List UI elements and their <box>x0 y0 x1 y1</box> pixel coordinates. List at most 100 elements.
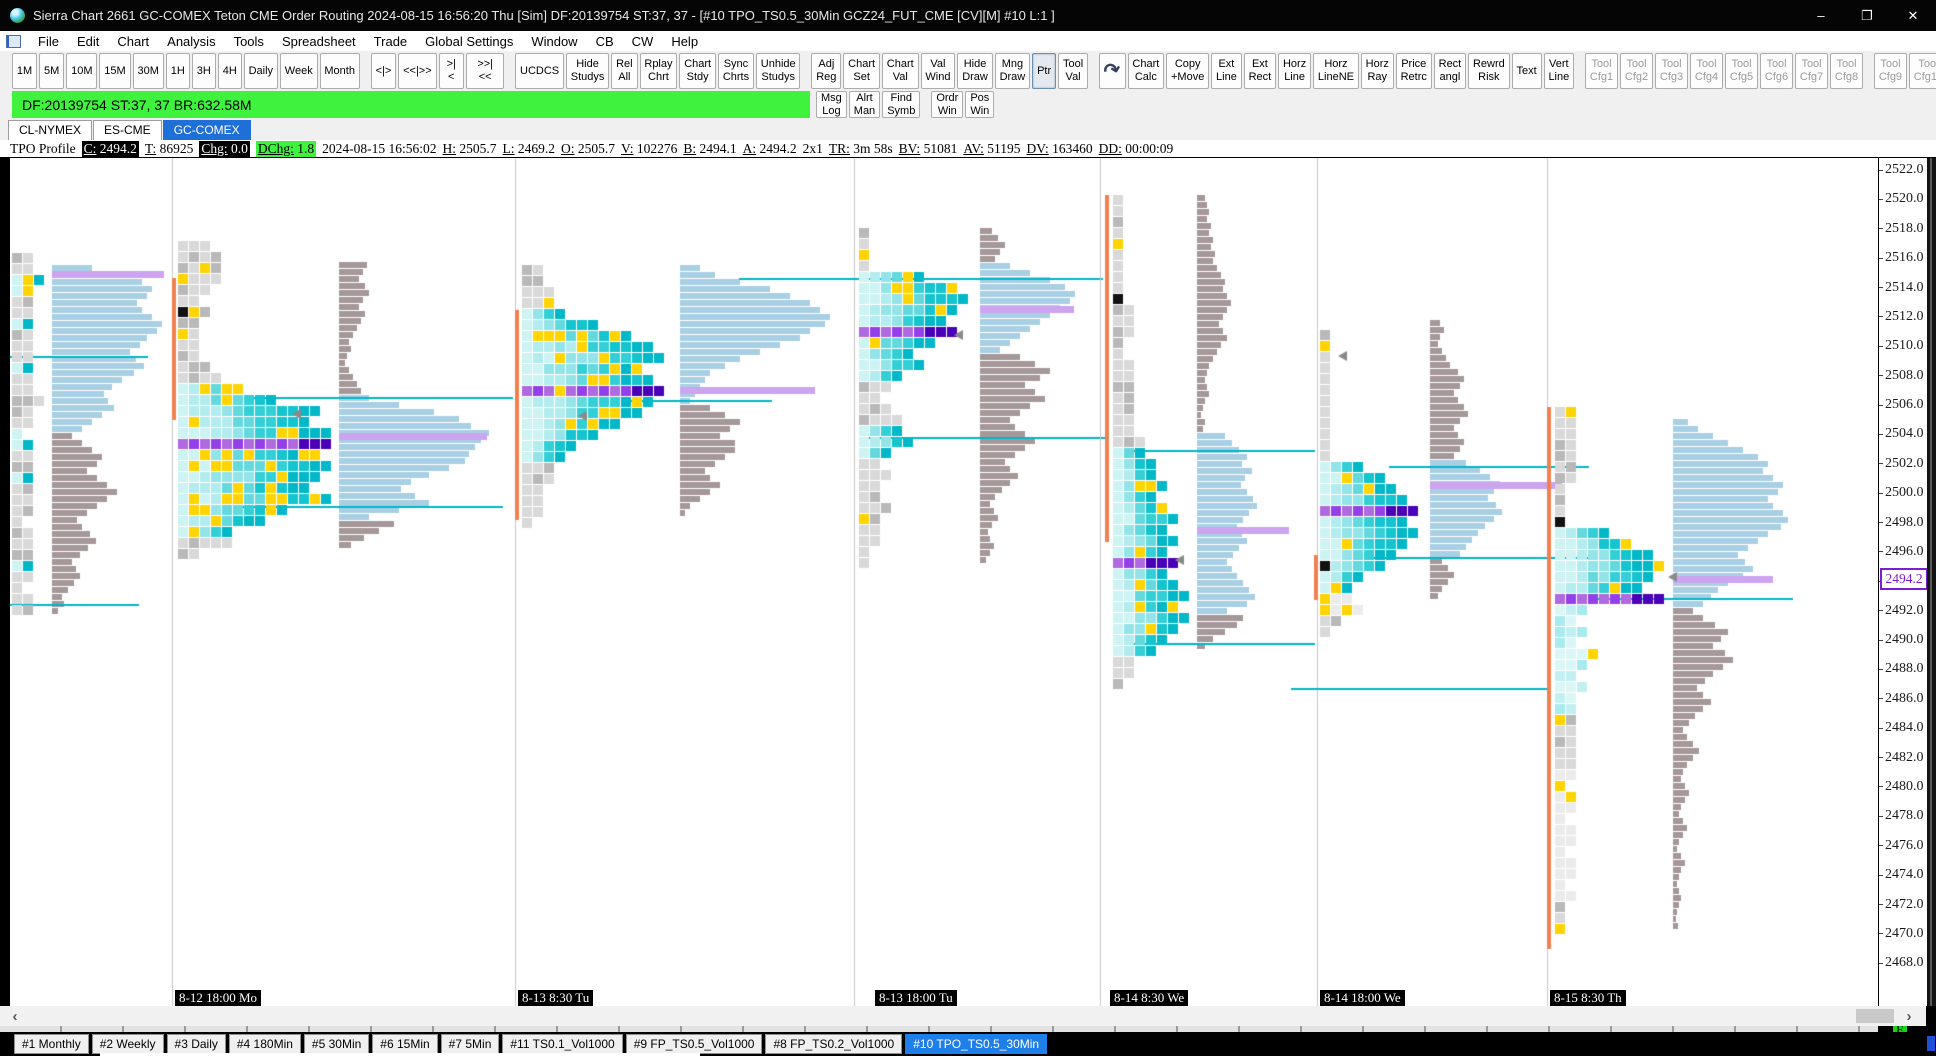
toolbar-button-text[interactable]: Text <box>1511 53 1542 89</box>
toolbar-button-unhide-studys[interactable]: Unhide Studys <box>755 53 801 89</box>
toolbar-button-rplay-chrt[interactable]: Rplay Chrt <box>639 53 678 89</box>
toolbar-button-month[interactable]: Month <box>319 53 360 89</box>
toolbar-button-[interactable]: <<|>> <box>398 53 437 89</box>
toolbar-button-ext-line[interactable]: Ext Line <box>1211 53 1242 89</box>
chart-window-icon[interactable] <box>6 34 21 48</box>
toolbar-button-1h[interactable]: 1H <box>165 53 190 89</box>
menu-analysis[interactable]: Analysis <box>158 33 224 50</box>
toolbar-button-ptr[interactable]: Ptr <box>1032 53 1057 89</box>
toolbar-button-chart-val[interactable]: Chart Val <box>881 53 919 89</box>
toolbar-button-tool-cfg3[interactable]: Tool Cfg3 <box>1655 53 1689 89</box>
info-segment: 2024-08-15 16:56:02 <box>322 140 437 156</box>
toolbar-button-15m[interactable]: 15M <box>99 53 131 89</box>
toolbar-button-week[interactable]: Week <box>279 53 318 89</box>
toolbar-button-ext-rect[interactable]: Ext Rect <box>1243 53 1277 89</box>
toolbar-button-30m[interactable]: 30M <box>132 53 164 89</box>
toolbar-button-tool-cfg7[interactable]: Tool Cfg7 <box>1795 53 1829 89</box>
scroll-right-icon[interactable]: › <box>1900 1007 1918 1025</box>
toolbar-button-alrt-man[interactable]: Alrt Man <box>848 91 881 118</box>
vertical-scrollbar[interactable] <box>1927 158 1936 1006</box>
toolbar-button-tool-cfg9[interactable]: Tool Cfg9 <box>1873 53 1907 89</box>
chart-tab-6-15min[interactable]: #6 15Min <box>372 1034 438 1054</box>
price-tick-label: 2474.0 <box>1879 867 1924 883</box>
toolbar-button-tool-cfg1[interactable]: Tool Cfg1 <box>1585 53 1619 89</box>
toolbar-button-horz-ray[interactable]: Horz Ray <box>1360 53 1394 89</box>
toolbar-button-mng-draw[interactable]: Mng Draw <box>994 53 1031 89</box>
toolbar-button-ordr-win[interactable]: Ordr Win <box>931 91 964 118</box>
close-button[interactable]: ✕ <box>1890 0 1936 31</box>
toolbar-button-chart-set[interactable]: Chart Set <box>843 53 880 89</box>
toolbar-button-rewrd-risk[interactable]: Rewrd Risk <box>1468 53 1510 89</box>
toolbar-button-4h[interactable]: 4H <box>217 53 242 89</box>
chart-tab-4-180min[interactable]: #4 180Min <box>228 1034 301 1054</box>
toolbar-button-10m[interactable]: 10M <box>66 53 98 89</box>
scrollbar-thumb[interactable] <box>1856 1009 1894 1023</box>
chart-tab-7-5min[interactable]: #7 5Min <box>440 1034 500 1054</box>
menu-edit[interactable]: Edit <box>68 33 108 50</box>
menu-tools[interactable]: Tools <box>225 33 273 50</box>
toolbar-button-sync-chrts[interactable]: Sync Chrts <box>717 53 754 89</box>
info-segment-chg: Chg: 0.0 <box>199 140 250 157</box>
toolbar-button-tool-cfg5[interactable]: Tool Cfg5 <box>1725 53 1759 89</box>
toolbar-button-chart-stdy[interactable]: Chart Stdy <box>679 53 716 89</box>
toolbar-button-vert-line[interactable]: Vert Line <box>1543 53 1575 89</box>
toolbar-button-[interactable]: <|> <box>370 53 397 89</box>
toolbar-button-undo[interactable]: ↶ <box>1098 53 1126 89</box>
toolbar-button-msg-log[interactable]: Msg Log <box>816 91 847 118</box>
menu-cw[interactable]: CW <box>623 33 663 50</box>
symbol-tab-cl-nymex[interactable]: CL-NYMEX <box>8 120 93 140</box>
toolbar-button-tool-cfg2[interactable]: Tool Cfg2 <box>1620 53 1654 89</box>
toolbar-gap <box>1090 53 1099 89</box>
toolbar-button-horz-line[interactable]: Horz Line <box>1278 53 1312 89</box>
toolbar-button-ucdcs[interactable]: UCDCS <box>515 53 564 89</box>
toolbar-button-[interactable]: >>|<< <box>466 53 505 89</box>
toolbar-button-tool-cfg6[interactable]: Tool Cfg6 <box>1760 53 1794 89</box>
toolbar-button-chart-calc[interactable]: Chart Calc <box>1127 53 1165 89</box>
toolbar-button-find-symb[interactable]: Find Symb <box>882 91 921 118</box>
toolbar-button-tool-val[interactable]: Tool Val <box>1058 53 1089 89</box>
menu-global-settings[interactable]: Global Settings <box>416 33 522 50</box>
menu-spreadsheet[interactable]: Spreadsheet <box>273 33 365 50</box>
toolbar-button-rel-all[interactable]: Rel All <box>611 53 638 89</box>
symbol-tab-gc-comex[interactable]: GC-COMEX <box>162 120 251 140</box>
maximize-button[interactable]: ❐ <box>1844 0 1890 31</box>
menu-chart[interactable]: Chart <box>108 33 158 50</box>
menu-window[interactable]: Window <box>522 33 586 50</box>
chart-tab-11-ts0-1-vol1000[interactable]: #11 TS0.1_Vol1000 <box>502 1034 623 1054</box>
toolbar-button-hide-draw[interactable]: Hide Draw <box>957 53 993 89</box>
price-axis[interactable]: 2522.0 2520.0 2518.0 2516.0 2514.0 2512.0 2510… <box>1878 158 1928 1006</box>
symbol-tab-es-cme[interactable]: ES-CME <box>93 120 162 140</box>
toolbar-button-[interactable]: >|< <box>438 53 465 89</box>
chart-tab-2-weekly[interactable]: #2 Weekly <box>91 1034 164 1054</box>
chart-tab-5-30min[interactable]: #5 30Min <box>303 1034 370 1054</box>
tpo-chart-canvas[interactable] <box>10 158 1878 1006</box>
toolbar-button-adj-reg[interactable]: Adj Reg <box>811 53 842 89</box>
toolbar-button-tool-cfg10[interactable]: Tool Cfg10 <box>1908 53 1936 89</box>
toolbar-button-5m[interactable]: 5M <box>39 53 65 89</box>
chart-tab-8-fp-ts0-2-vol1000[interactable]: #8 FP_TS0.2_Vol1000 <box>765 1034 903 1054</box>
info-segment-dv: DV: 163460 <box>1026 140 1093 156</box>
scroll-left-icon[interactable]: ‹ <box>6 1007 24 1025</box>
toolbar-button-hide-studys[interactable]: Hide Studys <box>565 53 610 89</box>
toolbar-button-rect-angl[interactable]: Rect angl <box>1433 53 1467 89</box>
toolbar-button-val-wind[interactable]: Val Wind <box>920 53 956 89</box>
menu-trade[interactable]: Trade <box>365 33 416 50</box>
toolbar-button-tool-cfg4[interactable]: Tool Cfg4 <box>1690 53 1724 89</box>
toolbar-button-1m[interactable]: 1M <box>12 53 38 89</box>
toolbar-button-copy-move[interactable]: Copy +Move <box>1166 53 1210 89</box>
menu-help[interactable]: Help <box>662 33 707 50</box>
menu-cb[interactable]: CB <box>587 33 623 50</box>
chart-tab-9-fp-ts0-5-vol1000[interactable]: #9 FP_TS0.5_Vol1000 <box>625 1034 763 1054</box>
toolbar-button-horz-linene[interactable]: Horz LineNE <box>1313 53 1359 89</box>
chart-plot-area[interactable]: 8-12 18:00 Mo 8-13 8:30 Tu 8-13 18:00 Tu 8-… <box>10 158 1907 1039</box>
chart-tab-10-tpo-ts0-5-30min[interactable]: #10 TPO_TS0.5_30Min <box>905 1034 1048 1054</box>
toolbar-button-daily[interactable]: Daily <box>243 53 278 89</box>
chart-tab-3-daily[interactable]: #3 Daily <box>166 1034 226 1054</box>
toolbar-button-3h[interactable]: 3H <box>191 53 216 89</box>
toolbar-button-price-retrc[interactable]: Price Retrc <box>1395 53 1432 89</box>
minimize-button[interactable]: – <box>1798 0 1844 31</box>
chart-tab-1-monthly[interactable]: #1 Monthly <box>14 1034 89 1054</box>
toolbar-button-tool-cfg8[interactable]: Tool Cfg8 <box>1830 53 1864 89</box>
toolbar-button-pos-win[interactable]: Pos Win <box>965 91 995 118</box>
menu-file[interactable]: File <box>29 33 68 50</box>
